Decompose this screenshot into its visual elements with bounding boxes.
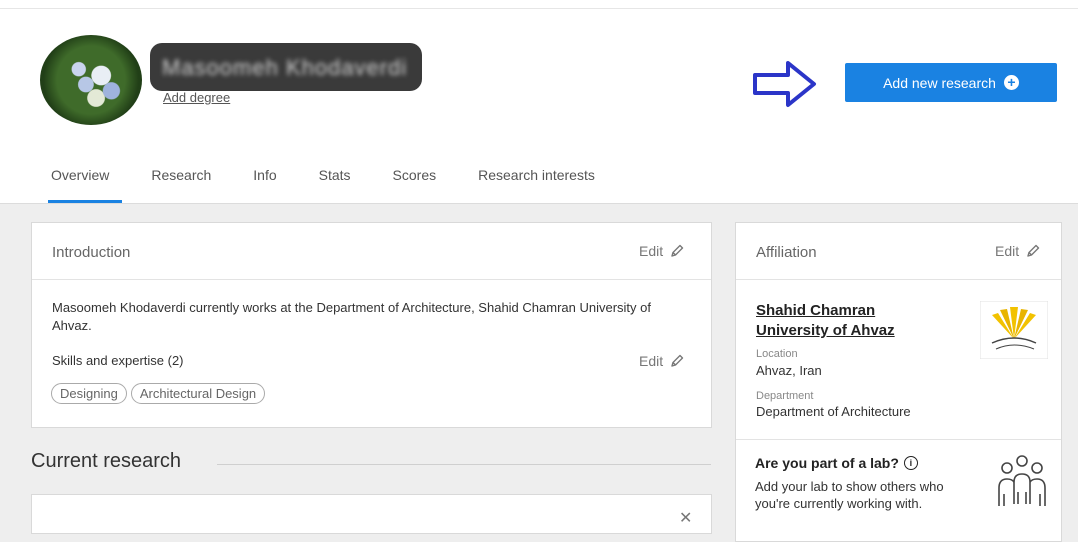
arrow-right-icon: [753, 61, 816, 107]
skills-title: Skills and expertise (2): [52, 353, 184, 368]
profile-name: Masoomeh Khodaverdi: [162, 55, 408, 80]
pencil-icon: [671, 244, 684, 257]
tab-stats[interactable]: Stats: [298, 158, 372, 203]
institution-link[interactable]: Shahid Chamran University of Ahvaz: [756, 301, 936, 341]
location-label: Location: [756, 348, 798, 360]
affiliation-divider: [736, 279, 1061, 280]
lab-people-icon: [998, 455, 1046, 506]
introduction-title: Introduction: [52, 244, 131, 261]
add-new-research-button[interactable]: Add new research +: [845, 63, 1057, 102]
university-logo-icon: [980, 301, 1048, 359]
skill-tag[interactable]: Architectural Design: [130, 383, 266, 404]
location-value: Ahvaz, Iran: [756, 363, 822, 378]
skills-edit-button[interactable]: Edit: [639, 353, 685, 369]
introduction-edit-button[interactable]: Edit: [639, 243, 685, 259]
current-research-rule: [217, 464, 711, 465]
introduction-divider: [32, 279, 711, 280]
tab-research-interests[interactable]: Research interests: [457, 158, 616, 203]
affiliation-edit-button[interactable]: Edit: [995, 243, 1041, 259]
affiliation-edit-label: Edit: [995, 243, 1020, 259]
pencil-icon: [1027, 244, 1040, 257]
current-research-card: [31, 494, 712, 534]
close-icon[interactable]: ✕: [679, 508, 692, 528]
header-top-divider: [0, 8, 1078, 9]
tab-research[interactable]: Research: [130, 158, 232, 203]
add-new-research-label: Add new research: [883, 74, 996, 91]
pencil-icon: [671, 354, 684, 367]
introduction-edit-label: Edit: [639, 243, 664, 259]
profile-tabs: Overview Research Info Stats Scores Rese…: [30, 158, 616, 203]
tab-scores[interactable]: Scores: [372, 158, 458, 203]
info-icon[interactable]: i: [903, 456, 918, 470]
add-degree-link[interactable]: Add degree: [163, 90, 230, 105]
tab-overview[interactable]: Overview: [30, 158, 130, 203]
lab-prompt-title: Are you part of a lab? i: [755, 455, 918, 471]
profile-name-redacted: Masoomeh Khodaverdi: [150, 43, 422, 91]
current-research-title: Current research: [31, 450, 182, 472]
avatar[interactable]: [40, 35, 142, 125]
introduction-card: Introduction Edit Masoomeh Khodaverdi cu…: [31, 222, 712, 428]
skills-tags: Designing Architectural Design: [51, 383, 266, 404]
lab-prompt-text: Add your lab to show others who you're c…: [755, 479, 944, 511]
skill-tag[interactable]: Designing: [51, 383, 127, 404]
affiliation-title: Affiliation: [756, 244, 817, 261]
profile-header: Masoomeh Khodaverdi Add degree Add new r…: [0, 0, 1078, 204]
tab-info[interactable]: Info: [232, 158, 297, 203]
plus-circle-icon: +: [1003, 75, 1019, 90]
department-value: Department of Architecture: [756, 404, 911, 419]
introduction-text: Masoomeh Khodaverdi currently works at t…: [52, 300, 651, 333]
affiliation-lab-divider: [736, 439, 1061, 440]
lab-title-text: Are you part of a lab?: [755, 455, 899, 471]
skills-edit-label: Edit: [639, 353, 664, 369]
department-label: Department: [756, 390, 814, 402]
